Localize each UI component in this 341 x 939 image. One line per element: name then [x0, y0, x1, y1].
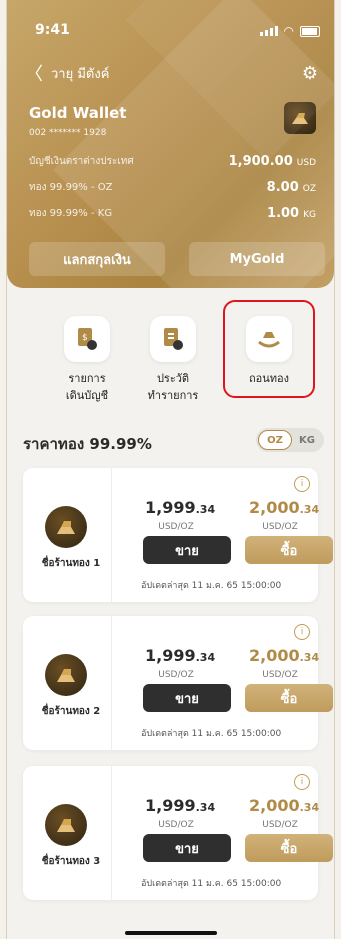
balance-label: ทอง 99.99% - OZ: [29, 182, 113, 193]
wifi-icon: ◠: [283, 24, 294, 38]
buy-unit: USD/OZ: [262, 820, 298, 830]
history-icon: [150, 316, 196, 362]
gold-bar-icon: [45, 804, 87, 846]
sell-unit: USD/OZ: [158, 522, 194, 532]
balance-value: 8.00 OZ: [266, 180, 316, 195]
highlight-box: [223, 300, 315, 398]
sell-button[interactable]: ขาย: [143, 834, 231, 862]
balance-value: 1,900.00 USD: [228, 154, 316, 169]
shop-name: ชื่อร้านทอง 2: [41, 706, 101, 717]
gold-price-title: ราคาทอง 99.99%: [23, 435, 152, 453]
buy-price: 2,000.34: [249, 646, 320, 665]
action-statement[interactable]: $ รายการ เดินบัญชี: [47, 316, 127, 404]
buy-button[interactable]: ซื้อ: [245, 684, 333, 712]
info-icon[interactable]: i: [294, 624, 310, 640]
nav-bar: 〈 วายุ มีตังค์ ⚙: [25, 60, 318, 86]
signal-icon: [259, 26, 278, 36]
exchange-currency-button[interactable]: แลกสกุลเงิน: [29, 242, 165, 276]
last-updated: อัปเดตล่าสุด 11 ม.ค. 65 15:00:00: [141, 729, 282, 739]
mygold-button[interactable]: MyGold: [189, 242, 325, 276]
status-icons: ◠: [259, 24, 320, 38]
app-frame: 9:41 ◠ 〈 วายุ มีตังค์ ⚙ Gold Wallet 002 …: [6, 0, 335, 939]
toggle-kg[interactable]: KG: [292, 435, 322, 446]
last-updated: อัปเดตล่าสุด 11 ม.ค. 65 15:00:00: [141, 879, 282, 889]
gold-bar-icon: [284, 102, 316, 134]
buy-price: 2,000.34: [249, 498, 320, 517]
buy-unit: USD/OZ: [262, 522, 298, 532]
balance-value: 1.00 KG: [267, 206, 316, 221]
statement-icon: $: [64, 316, 110, 362]
info-icon[interactable]: i: [294, 774, 310, 790]
sell-button[interactable]: ขาย: [143, 536, 231, 564]
wallet-header: 9:41 ◠ 〈 วายุ มีตังค์ ⚙ Gold Wallet 002 …: [7, 0, 334, 288]
account-number: 002 ******* 1928: [29, 128, 107, 138]
toggle-oz[interactable]: OZ: [258, 430, 292, 450]
sell-button[interactable]: ขาย: [143, 684, 231, 712]
wallet-title: Gold Wallet: [29, 104, 127, 122]
unit-toggle[interactable]: OZ KG: [256, 428, 324, 452]
shop-card: ชื่อร้านทอง 3 i 1,999.34 2,000.34 USD/OZ…: [23, 766, 333, 900]
info-icon[interactable]: i: [294, 476, 310, 492]
buy-button[interactable]: ซื้อ: [245, 536, 333, 564]
sell-unit: USD/OZ: [158, 670, 194, 680]
balance-row-usd: บัญชีเงินตราต่างประเทศ 1,900.00 USD: [29, 154, 316, 169]
gold-bar-icon: [45, 506, 87, 548]
buy-button[interactable]: ซื้อ: [245, 834, 333, 862]
action-history[interactable]: ประวัติ ทำรายการ: [133, 316, 213, 404]
shop-name: ชื่อร้านทอง 1: [41, 558, 101, 569]
sell-unit: USD/OZ: [158, 820, 194, 830]
svg-text:$: $: [82, 333, 88, 343]
action-label: ประวัติ ทำรายการ: [147, 372, 199, 402]
action-label: รายการ เดินบัญชี: [65, 372, 109, 402]
buy-price: 2,000.34: [249, 796, 320, 815]
home-indicator[interactable]: [125, 931, 217, 935]
sell-price: 1,999.34: [145, 646, 216, 665]
balance-row-oz: ทอง 99.99% - OZ 8.00 OZ: [29, 180, 316, 195]
shop-card: ชื่อร้านทอง 1 i 1,999.34 2,000.34 USD/OZ…: [23, 468, 333, 602]
shop-card: ชื่อร้านทอง 2 i 1,999.34 2,000.34 USD/OZ…: [23, 616, 333, 750]
shop-name: ชื่อร้านทอง 3: [41, 856, 101, 867]
last-updated: อัปเดตล่าสุด 11 ม.ค. 65 15:00:00: [141, 581, 282, 591]
battery-icon: [300, 25, 320, 37]
balance-label: บัญชีเงินตราต่างประเทศ: [29, 156, 134, 167]
status-time: 9:41: [35, 22, 70, 38]
sell-price: 1,999.34: [145, 796, 216, 815]
user-name: วายุ มีตังค์: [51, 66, 110, 82]
balance-row-kg: ทอง 99.99% - KG 1.00 KG: [29, 206, 316, 221]
back-icon[interactable]: 〈: [25, 60, 43, 86]
buy-unit: USD/OZ: [262, 670, 298, 680]
gold-bar-icon: [45, 654, 87, 696]
sell-price: 1,999.34: [145, 498, 216, 517]
balance-label: ทอง 99.99% - KG: [29, 208, 113, 219]
gear-icon[interactable]: ⚙: [302, 63, 318, 84]
